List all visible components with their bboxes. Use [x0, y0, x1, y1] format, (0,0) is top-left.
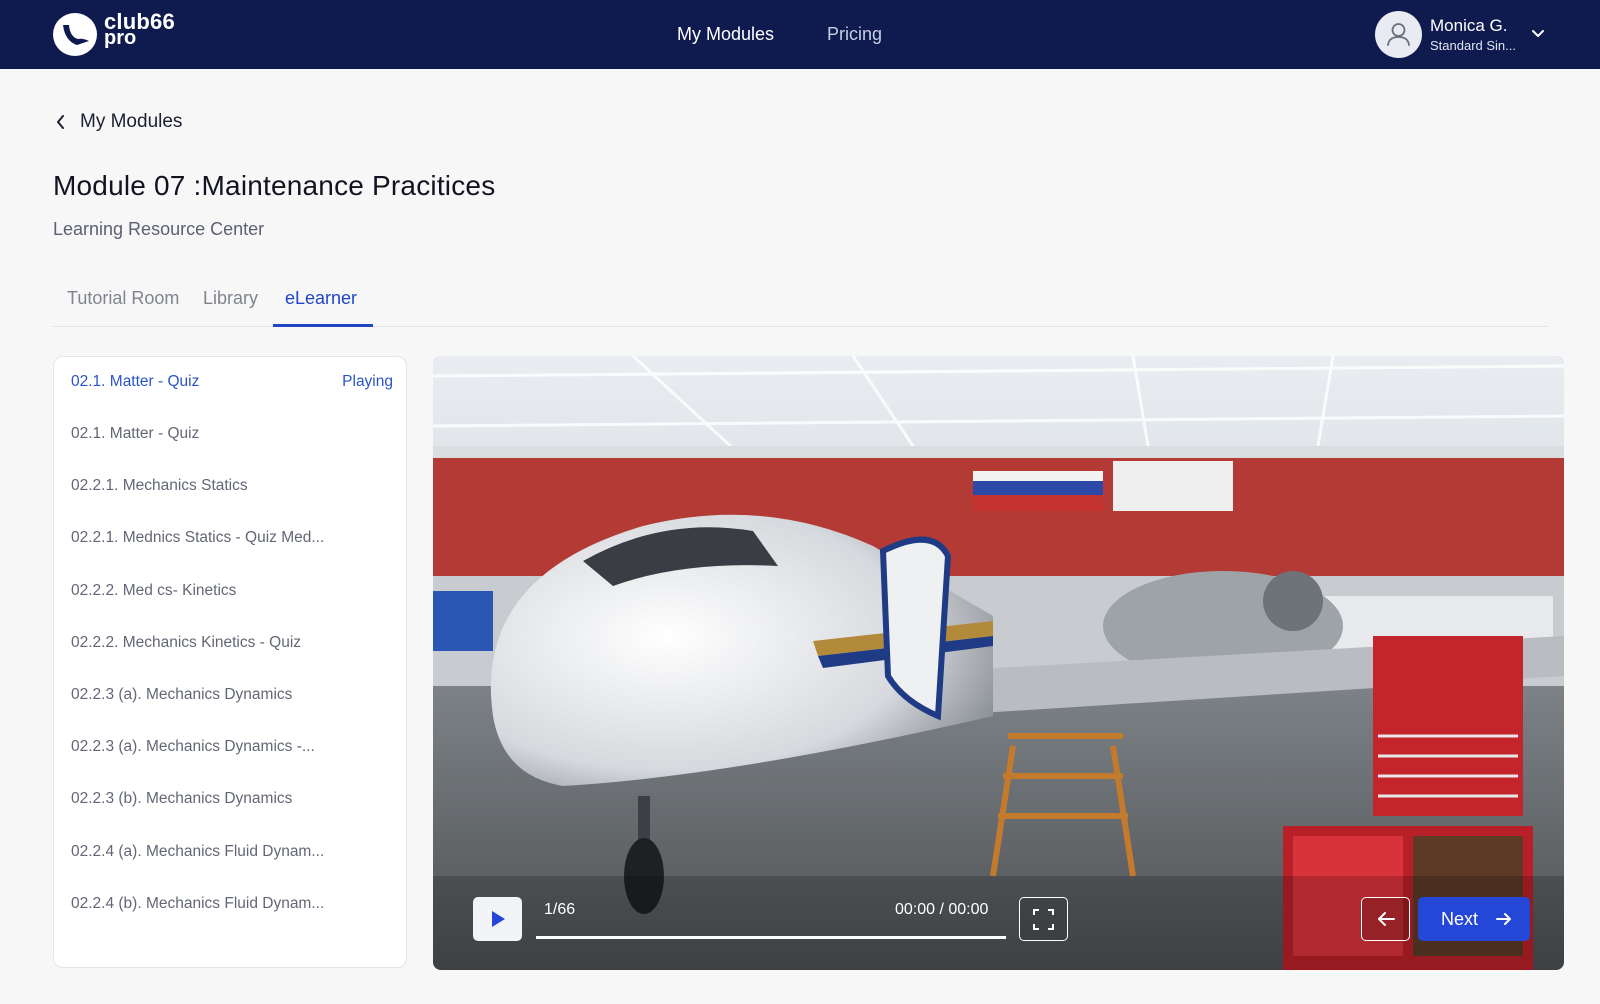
list-item[interactable]: 02.2.4 (a). Mechanics Fluid Dynam...: [71, 843, 393, 869]
tab-elearner[interactable]: eLearner: [285, 288, 357, 309]
tab-tutorial-room[interactable]: Tutorial Room: [67, 288, 179, 309]
chevron-down-icon[interactable]: [1530, 26, 1546, 47]
play-button[interactable]: [473, 897, 522, 941]
next-button[interactable]: Next: [1418, 897, 1530, 941]
logo-icon[interactable]: [53, 13, 97, 56]
slide-counter: 1/66: [544, 901, 576, 918]
list-item[interactable]: 02.2.4 (b). Mechanics Fluid Dynam...: [71, 895, 393, 921]
top-nav-bar: club66 pro My Modules Pricing Monica G. …: [0, 0, 1600, 69]
list-item[interactable]: 02.2.1. Mechanics Statics: [71, 477, 393, 503]
tab-bar: Tutorial Room Library eLearner: [53, 285, 1548, 327]
user-plan: Standard Sin...: [1430, 38, 1516, 53]
list-item[interactable]: 02.2.2. Mechanics Kinetics - Quiz: [71, 634, 393, 660]
active-tab-indicator: [273, 324, 373, 327]
nav-my-modules[interactable]: My Modules: [677, 23, 774, 45]
next-label: Next: [1441, 909, 1479, 929]
list-item[interactable]: 02.2.3 (a). Mechanics Dynamics: [71, 686, 393, 712]
list-item[interactable]: 02.2.3 (a). Mechanics Dynamics -...: [71, 738, 393, 764]
hangar-aircraft-image: [433, 356, 1564, 970]
breadcrumb-label: My Modules: [80, 111, 183, 132]
list-item[interactable]: 02.1. Matter - Quiz Playing: [71, 373, 393, 399]
playlist-panel: 02.1. Matter - Quiz Playing 02.1. Matter…: [53, 356, 407, 968]
page-subtitle: Learning Resource Center: [53, 219, 265, 239]
list-item[interactable]: 02.2.1. Mednics Statics - Quiz Med...: [71, 529, 393, 555]
list-item[interactable]: 02.2.2. Med cs- Kinetics: [71, 582, 393, 608]
video-player[interactable]: 1/66 00:00 / 00:00 Next: [433, 356, 1564, 970]
play-icon: [492, 911, 505, 927]
user-icon: [1387, 23, 1410, 46]
avatar[interactable]: [1375, 11, 1422, 58]
chevron-left-icon: [57, 115, 64, 129]
progress-bar[interactable]: [536, 936, 1006, 939]
fullscreen-button[interactable]: [1019, 897, 1068, 941]
list-item-label: 02.1. Matter - Quiz: [71, 373, 200, 390]
nav-pricing[interactable]: Pricing: [827, 23, 882, 45]
progress-fill: [536, 936, 1006, 939]
tab-library[interactable]: Library: [203, 288, 258, 309]
page-title: Module 07 :Maintenance Pracitices: [53, 170, 496, 201]
list-item[interactable]: 02.1. Matter - Quiz: [71, 425, 393, 451]
fullscreen-icon: [1033, 909, 1054, 930]
arrow-left-icon: [1378, 912, 1395, 926]
time-readout: 00:00 / 00:00: [895, 901, 989, 918]
user-name: Monica G.: [1430, 16, 1508, 35]
previous-button[interactable]: [1361, 897, 1410, 941]
arrow-right-icon: [1496, 913, 1511, 925]
playing-badge: Playing: [342, 373, 393, 390]
logo-wordmark[interactable]: club66 pro: [104, 11, 175, 49]
list-item[interactable]: 02.2.3 (b). Mechanics Dynamics: [71, 790, 393, 816]
